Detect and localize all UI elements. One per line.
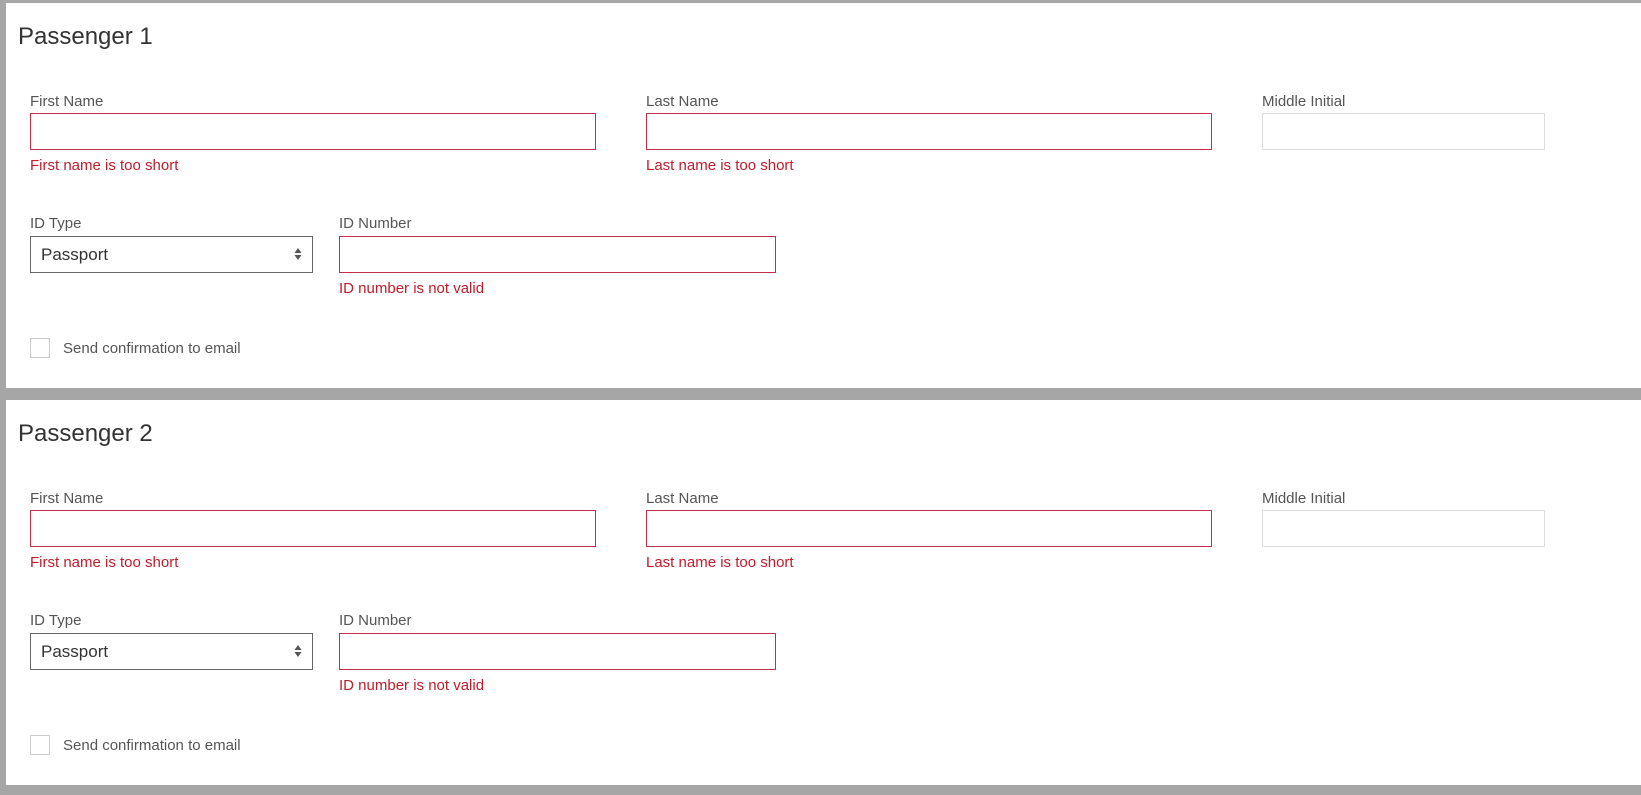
id-type-label: ID Type [30,215,82,232]
last-name-label: Last Name [646,490,719,507]
id-type-label: ID Type [30,612,82,629]
id-number-label: ID Number [339,612,412,629]
id-number-input[interactable] [339,236,776,273]
send-confirmation-checkbox[interactable] [30,338,50,358]
passenger-title: Passenger 1 [18,23,153,50]
id-type-select[interactable]: Passport [30,633,313,670]
first-name-input[interactable] [30,510,596,547]
send-confirmation-checkbox[interactable] [30,735,50,755]
id-number-label: ID Number [339,215,412,232]
id-type-selected-value: Passport [41,642,109,661]
last-name-error: Last name is too short [646,554,794,571]
send-confirmation-label: Send confirmation to email [63,340,241,357]
send-confirmation-label: Send confirmation to email [63,737,241,754]
middle-initial-label: Middle Initial [1262,490,1346,507]
first-name-label: First Name [30,490,104,507]
passenger-title: Passenger 2 [18,420,153,447]
first-name-error: First name is too short [30,157,179,174]
last-name-input[interactable] [646,510,1212,547]
sort-arrows-icon [294,246,302,262]
id-number-error: ID number is not valid [339,677,485,694]
id-number-input[interactable] [339,633,776,670]
middle-initial-label: Middle Initial [1262,93,1346,110]
id-number-error: ID number is not valid [339,280,485,297]
middle-initial-input[interactable] [1262,113,1545,150]
last-name-input[interactable] [646,113,1212,150]
passenger-panel-1: Passenger 1 First Name First name is too… [6,3,1641,388]
id-type-select[interactable]: Passport [30,236,313,273]
middle-initial-input[interactable] [1262,510,1545,547]
id-type-selected-value: Passport [41,245,109,264]
last-name-error: Last name is too short [646,157,794,174]
first-name-input[interactable] [30,113,596,150]
last-name-label: Last Name [646,93,719,110]
first-name-error: First name is too short [30,554,179,571]
passenger-panel-2: Passenger 2 First Name First name is too… [6,400,1641,785]
first-name-label: First Name [30,93,104,110]
sort-arrows-icon [294,643,302,659]
